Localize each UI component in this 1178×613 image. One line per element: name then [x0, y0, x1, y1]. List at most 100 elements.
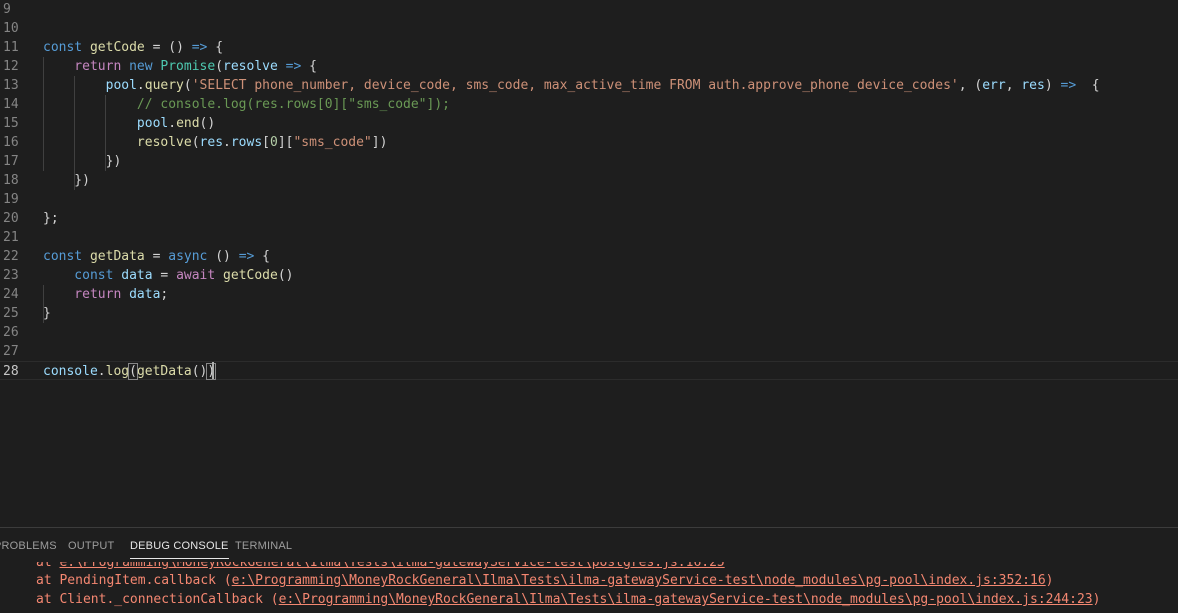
- line-number: 11: [3, 40, 19, 55]
- code-line[interactable]: 28 console.log(getData()): [0, 361, 1178, 380]
- indent-guide: [105, 95, 106, 171]
- line-number: 18: [3, 173, 19, 188]
- code-token: .: [136, 78, 145, 93]
- code-line[interactable]: 26: [0, 323, 1178, 342]
- code-token: ): [1044, 78, 1061, 93]
- line-number: 25: [3, 306, 19, 321]
- line-number: 15: [3, 116, 19, 131]
- code-text: }: [43, 304, 51, 323]
- code-text: }): [43, 171, 90, 190]
- code-text: pool.end(): [43, 114, 215, 133]
- stack-suffix: ): [1045, 573, 1054, 588]
- line-number: 24: [3, 287, 19, 302]
- code-token: = (): [144, 40, 192, 55]
- code-token: data: [129, 287, 161, 302]
- code-token: Promise: [160, 59, 216, 74]
- code-line[interactable]: 22 const getData = async () => {: [0, 247, 1178, 266]
- code-token: , (: [958, 78, 983, 93]
- code-token: res: [199, 135, 224, 150]
- bottom-panel: PROBLEMS OUTPUT DEBUG CONSOLE TERMINAL at e…: [0, 527, 1178, 613]
- line-number: 22: [3, 249, 19, 264]
- line-number: 27: [3, 344, 19, 359]
- line-number: 13: [3, 78, 19, 93]
- code-line[interactable]: 21: [0, 228, 1178, 247]
- code-text: const data = await getCode(): [43, 266, 294, 285]
- code-line[interactable]: 20};: [0, 209, 1178, 228]
- code-token: "sms_code": [293, 135, 372, 150]
- code-token: return: [43, 287, 130, 302]
- stack-prefix: at Client._connectionCallback (: [36, 592, 279, 607]
- code-token: const: [43, 40, 90, 55]
- code-token: =: [144, 249, 169, 264]
- code-line[interactable]: 23 const data = await getCode(): [0, 266, 1178, 285]
- code-editor[interactable]: 9 10 11 const getCode = () => {12 return ne…: [0, 0, 1178, 527]
- code-line[interactable]: 9: [0, 0, 1178, 19]
- stack-file-link[interactable]: e:\Programming\MoneyRockGeneral\Ilma\Tes…: [279, 592, 1093, 607]
- code-text: resolve(res.rows[0]["sms_code"]): [43, 133, 388, 152]
- line-number: 21: [3, 230, 19, 245]
- code-token: const: [43, 249, 90, 264]
- code-token: (): [277, 268, 294, 283]
- tab-problems[interactable]: PROBLEMS: [0, 540, 57, 552]
- code-token: return: [43, 59, 130, 74]
- code-token: };: [43, 211, 59, 226]
- stack-prefix: at PendingItem.callback (: [36, 573, 232, 588]
- code-line[interactable]: 13 pool.query('SELECT phone_number, devi…: [0, 76, 1178, 95]
- code-token: =>: [191, 40, 208, 55]
- code-line[interactable]: 14 // console.log(res.rows[0]["sms_code"…: [0, 95, 1178, 114]
- code-line[interactable]: 17 }): [0, 152, 1178, 171]
- code-text: console.log(getData()): [43, 362, 217, 381]
- code-line[interactable]: 16 resolve(res.rows[0]["sms_code"]): [0, 133, 1178, 152]
- line-number: 9: [3, 2, 11, 17]
- code-line[interactable]: 10: [0, 19, 1178, 38]
- code-token: {: [207, 40, 224, 55]
- code-token: 'SELECT phone_number, device_code, sms_c…: [191, 78, 959, 93]
- line-number: 12: [3, 59, 19, 74]
- code-line[interactable]: 19: [0, 190, 1178, 209]
- tab-debug-console[interactable]: DEBUG CONSOLE: [130, 540, 229, 559]
- code-token: .: [168, 116, 177, 131]
- tab-output[interactable]: OUTPUT: [68, 540, 114, 552]
- line-number: 20: [3, 211, 19, 226]
- code-token: =>: [238, 249, 255, 264]
- indent-guide: [43, 57, 44, 171]
- indent-guide: [43, 285, 44, 323]
- line-number: 14: [3, 97, 19, 112]
- code-token: query: [144, 78, 184, 93]
- console-stack-line: at PendingItem.callback (e:\Programming\…: [36, 571, 1053, 590]
- tab-terminal[interactable]: TERMINAL: [235, 540, 292, 552]
- code-token: getData: [136, 364, 192, 379]
- code-token: const: [43, 268, 122, 283]
- code-token: (: [128, 363, 138, 380]
- line-number: 28: [3, 364, 19, 379]
- code-text: return new Promise(resolve => {: [43, 57, 317, 76]
- code-token: console: [43, 364, 98, 379]
- code-token: {: [301, 59, 317, 74]
- code-line[interactable]: 11 const getCode = () => {: [0, 38, 1178, 57]
- code-token: data: [121, 268, 153, 283]
- code-token: resolve: [223, 59, 278, 74]
- code-token: new: [129, 59, 161, 74]
- code-token: (): [191, 364, 208, 379]
- code-token: err: [982, 78, 1006, 93]
- stack-file-link[interactable]: e:\Programming\MoneyRockGeneral\Ilma\Tes…: [232, 573, 1046, 588]
- code-token: {: [1076, 78, 1100, 93]
- code-token: async: [168, 249, 208, 264]
- line-number: 26: [3, 325, 19, 340]
- code-token: rows: [230, 135, 263, 150]
- code-line[interactable]: 12 return new Promise(resolve => {: [0, 57, 1178, 76]
- code-line[interactable]: 18 }): [0, 171, 1178, 190]
- code-line[interactable]: 25}: [0, 304, 1178, 323]
- code-token: await: [176, 268, 224, 283]
- code-token: (: [191, 135, 200, 150]
- code-token: (): [207, 249, 239, 264]
- code-line[interactable]: 24 return data;: [0, 285, 1178, 304]
- code-line[interactable]: 15 pool.end(): [0, 114, 1178, 133]
- code-token: resolve: [43, 135, 192, 150]
- panel-tab-bar: PROBLEMS OUTPUT DEBUG CONSOLE TERMINAL: [0, 528, 1178, 566]
- code-token: getCode: [89, 40, 145, 55]
- code-line[interactable]: 27: [0, 342, 1178, 361]
- indent-guide: [74, 76, 75, 190]
- code-token: }: [43, 306, 51, 321]
- code-token: =: [152, 268, 177, 283]
